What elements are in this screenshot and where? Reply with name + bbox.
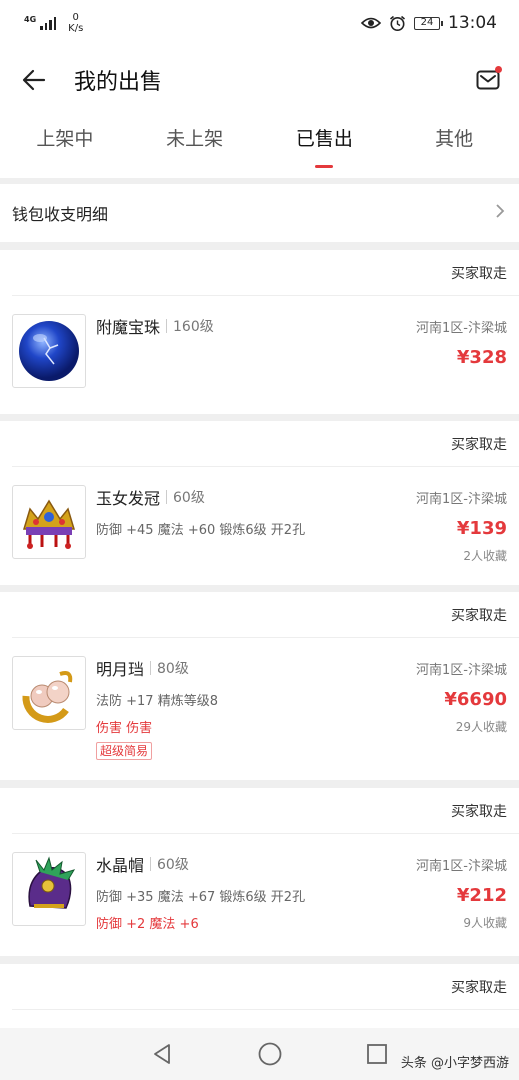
item-level: 80级: [157, 661, 189, 677]
watermark: 头条 @小字梦西游: [400, 1056, 509, 1071]
item-status: 买家取走: [451, 803, 507, 820]
item-name: 玉女发冠: [96, 489, 161, 508]
sold-item-card[interactable]: 买家取走 水晶帽 60级 河南1区-汴梁城 防御 +35 魔法 +67 锻炼6级…: [0, 788, 519, 956]
item-price: ¥328: [456, 346, 507, 368]
blue-orb-icon: [12, 314, 86, 388]
item-tag: 超级简易: [96, 742, 153, 760]
item-favorites: 9人收藏: [463, 915, 507, 930]
eye-icon: [361, 17, 381, 29]
signal-icon: 4G: [24, 15, 57, 30]
item-price: ¥212: [456, 884, 507, 906]
sold-item-card[interactable]: 买家取走 玉女发冠 60级 河南1区-汴梁城 防御 +45 魔法 +60 锻炼6…: [0, 421, 519, 585]
sold-item-card[interactable]: 买家取走 附魔宝珠 160级 河南1区-汴梁城 ¥328: [0, 250, 519, 414]
clock: 13:04: [448, 13, 497, 33]
item-favorites: 2人收藏: [463, 548, 507, 563]
item-attributes: 防御 +35 魔法 +67 锻炼6级 开2孔: [96, 889, 306, 905]
tab-bar: 上架中 未上架 已售出 其他: [0, 114, 519, 178]
item-name: 附魔宝珠: [96, 318, 161, 337]
item-status: 买家取走: [451, 436, 507, 453]
earring-icon: [12, 656, 86, 730]
page-title: 我的出售: [74, 70, 163, 95]
item-attributes: 法防 +17 精炼等级8: [96, 693, 218, 709]
item-server: 河南1区-汴梁城: [416, 320, 507, 336]
item-server: 河南1区-汴梁城: [416, 858, 507, 874]
item-server: 河南1区-汴梁城: [416, 491, 507, 507]
mail-icon: [476, 70, 500, 90]
item-bonus-attributes: 伤害 伤害: [96, 720, 153, 736]
sold-item-card[interactable]: 买家取走 明月珰 80级 河南1区-汴梁城 法防 +17 精炼等级8 ¥6690: [0, 592, 519, 780]
crystal-hat-icon: [12, 852, 86, 926]
crown-icon: [12, 485, 86, 559]
alarm-icon: [389, 15, 406, 31]
back-arrow-icon[interactable]: [20, 66, 48, 94]
item-level: 60级: [157, 857, 189, 873]
nav-home-icon[interactable]: [257, 1041, 283, 1067]
chevron-right-icon: [495, 203, 505, 224]
speed-value: 0: [72, 12, 79, 23]
item-name: 明月珰: [96, 660, 145, 679]
tab-unlisted[interactable]: 未上架: [130, 114, 260, 178]
unread-dot: [495, 66, 502, 73]
item-attributes: 防御 +45 魔法 +60 锻炼6级 开2孔: [96, 522, 306, 538]
item-server: 河南1区-汴梁城: [416, 662, 507, 678]
sold-item-card[interactable]: 买家取走: [0, 964, 519, 1028]
network-type: 4G: [24, 15, 37, 24]
wallet-details-row[interactable]: 钱包收支明细: [0, 184, 519, 242]
item-status: 买家取走: [451, 607, 507, 624]
item-status: 买家取走: [451, 265, 507, 282]
speed-unit: K/s: [68, 23, 84, 34]
battery-icon: 24: [414, 16, 443, 30]
item-name: 水晶帽: [96, 856, 145, 875]
item-favorites: 29人收藏: [455, 719, 507, 734]
nav-recents-icon[interactable]: [366, 1043, 388, 1065]
network-speed: 0 K/s: [68, 12, 83, 34]
app-header: 我的出售: [0, 46, 519, 114]
nav-back-icon[interactable]: [151, 1042, 175, 1066]
item-bonus-attributes: 防御 +2 魔法 +6: [96, 916, 199, 932]
wallet-details-label: 钱包收支明细: [12, 205, 109, 224]
tab-sold[interactable]: 已售出: [260, 114, 390, 178]
item-level: 60级: [173, 490, 205, 506]
item-level: 160级: [173, 319, 214, 335]
item-price: ¥6690: [444, 688, 507, 710]
item-price: ¥139: [456, 517, 507, 539]
tab-other[interactable]: 其他: [389, 114, 519, 178]
battery-level: 24: [420, 16, 434, 28]
tab-listed[interactable]: 上架中: [0, 114, 130, 178]
message-button[interactable]: [473, 65, 503, 95]
item-status: 买家取走: [451, 979, 507, 996]
status-bar: 4G 0 K/s 24 13:04: [0, 0, 519, 46]
